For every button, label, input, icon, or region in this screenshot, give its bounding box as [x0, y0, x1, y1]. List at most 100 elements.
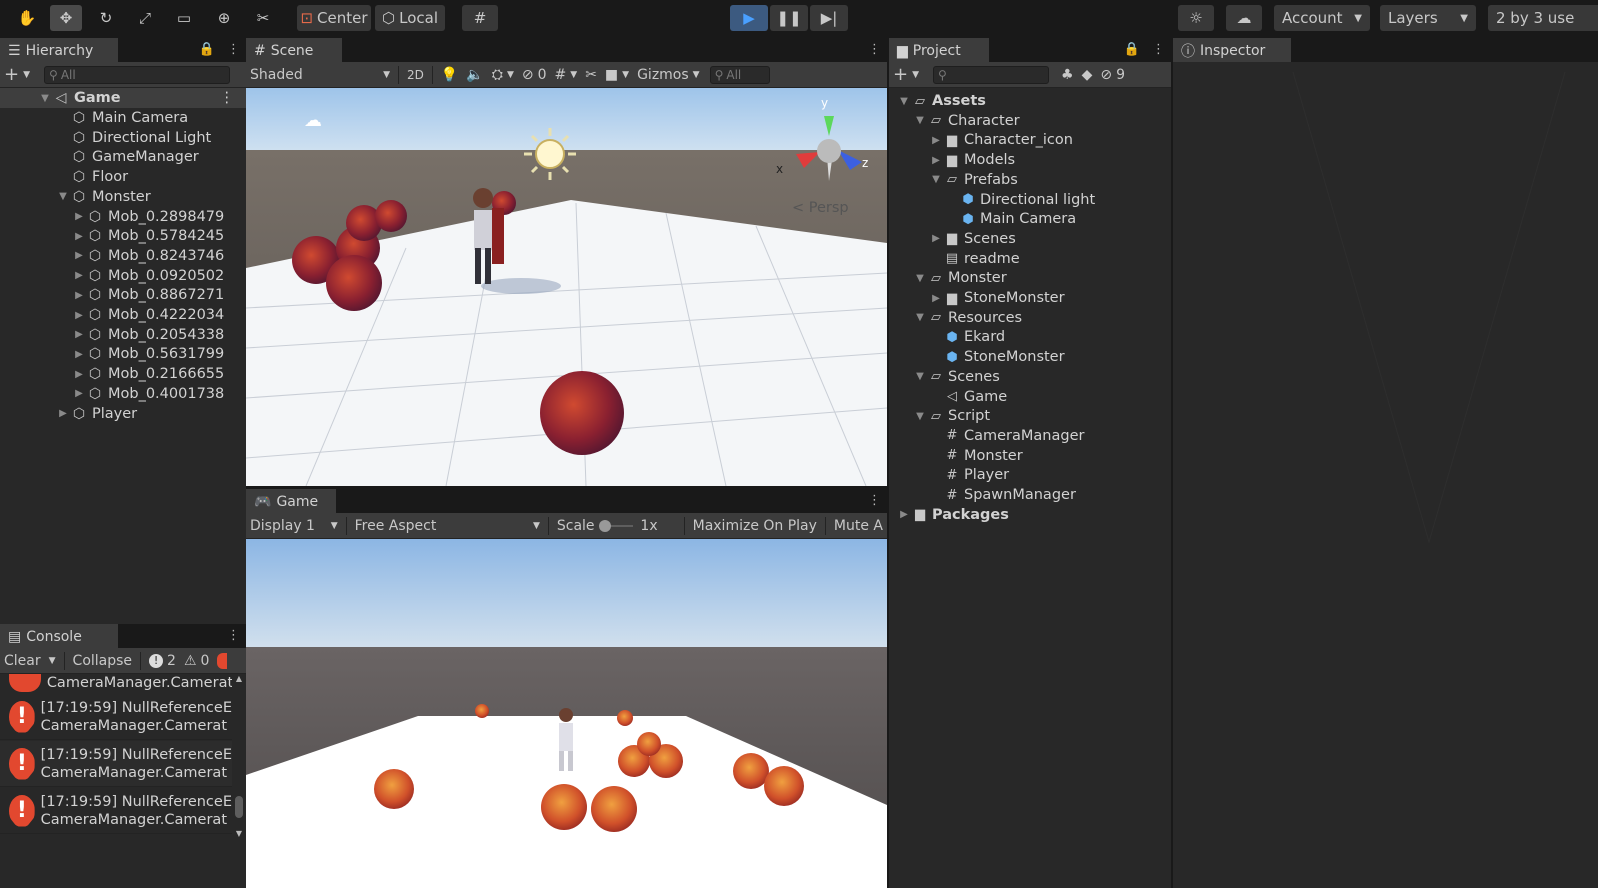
project-item[interactable]: ⬢ Main Camera [889, 209, 1171, 229]
lighting-toggle-icon[interactable]: 💡 [437, 62, 462, 87]
scale-slider[interactable] [598, 519, 633, 532]
expand-arrow-icon[interactable]: ▼ [929, 174, 943, 185]
tab-game[interactable]: 🎮 Game [246, 489, 336, 513]
hierarchy-item[interactable]: ▼ ⬡ Monster [0, 187, 246, 207]
project-item[interactable]: ◁ Game [889, 387, 1171, 407]
game-viewport[interactable] [246, 539, 887, 888]
console-entry[interactable]: ! [17:19:59] NullReferenceE CameraManager.… [0, 741, 232, 787]
expand-arrow-icon[interactable]: ▶ [72, 270, 86, 281]
project-item[interactable]: ▼ ▱ Resources [889, 308, 1171, 328]
expand-arrow-icon[interactable]: ▼ [56, 191, 70, 202]
project-item[interactable]: ⬢ StoneMonster [889, 347, 1171, 367]
project-item[interactable]: ▶ ▆ StoneMonster [889, 288, 1171, 308]
play-button[interactable]: ▶ [730, 5, 768, 31]
hierarchy-item-mob[interactable]: ▶ ⬡ Mob_0.2898479 [0, 207, 246, 227]
project-item[interactable]: # Player [889, 465, 1171, 485]
project-item[interactable]: ⬢ Ekard [889, 327, 1171, 347]
hierarchy-item[interactable]: ⬡ Main Camera [0, 108, 246, 128]
account-dropdown[interactable]: Account ▼ [1274, 5, 1370, 31]
project-item[interactable]: ▼ ▱ Assets [889, 91, 1171, 111]
hand-tool-icon[interactable]: ✋ [11, 5, 43, 31]
project-item[interactable]: ▼ ▱ Prefabs [889, 170, 1171, 190]
hierarchy-item-mob[interactable]: ▶ ⬡ Mob_0.2166655 [0, 364, 246, 384]
kebab-menu-icon[interactable]: ⋮ [220, 90, 235, 106]
project-item[interactable]: ▤ readme [889, 249, 1171, 269]
expand-arrow-icon[interactable]: ▶ [929, 135, 943, 146]
hierarchy-search-input[interactable]: ⚲ All [44, 65, 231, 84]
kebab-menu-icon[interactable]: ⋮ [868, 42, 881, 57]
hierarchy-item-mob[interactable]: ▶ ⬡ Mob_0.2054338 [0, 325, 246, 345]
cloud-icon[interactable]: ☁ [1226, 5, 1262, 31]
aspect-dropdown[interactable]: Free Aspect ▼ [351, 513, 544, 538]
create-button[interactable]: + ▼ [0, 62, 34, 87]
project-item[interactable]: ▶ ▆ Character_icon [889, 130, 1171, 150]
expand-arrow-icon[interactable]: ▶ [72, 290, 86, 301]
grid-snap-icon[interactable]: # [462, 5, 498, 31]
kebab-menu-icon[interactable]: ⋮ [868, 493, 881, 508]
rect-tool-icon[interactable]: ▭ [168, 5, 200, 31]
layout-dropdown[interactable]: 2 by 3 use [1488, 5, 1598, 31]
expand-arrow-icon[interactable]: ▶ [72, 310, 86, 321]
console-scrollbar[interactable]: ▲ ▼ [234, 674, 244, 838]
hierarchy-item[interactable]: ⬡ GameManager [0, 147, 246, 167]
collapse-button[interactable]: Collapse [69, 648, 137, 673]
error-filter-toggle[interactable]: ! 2 [145, 648, 180, 673]
hierarchy-item[interactable]: ⬡ Floor [0, 167, 246, 187]
maximize-on-play-toggle[interactable]: Maximize On Play [689, 513, 821, 538]
filter-by-label-icon[interactable]: ◆ [1078, 62, 1097, 87]
project-item[interactable]: # CameraManager [889, 426, 1171, 446]
hidden-packages-toggle[interactable]: ⊘ 9 [1096, 62, 1129, 87]
project-item[interactable]: # Monster [889, 446, 1171, 466]
warning-filter-toggle[interactable]: ⚠ 0 [180, 648, 213, 673]
expand-arrow-icon[interactable]: ▶ [929, 233, 943, 244]
scene-search-input[interactable]: ⚲ All [709, 65, 770, 84]
gizmos-dropdown[interactable]: Gizmos ▼ [633, 62, 704, 87]
expand-arrow-icon[interactable]: ▶ [72, 388, 86, 399]
transform-tool-icon[interactable]: ⊕ [208, 5, 240, 31]
hierarchy-item-mob[interactable]: ▶ ⬡ Mob_0.4001738 [0, 384, 246, 404]
projection-toggle[interactable]: < Persp [792, 200, 849, 216]
tab-scene[interactable]: # Scene [246, 38, 342, 62]
2d-toggle[interactable]: 2D [403, 62, 428, 87]
clear-options-dropdown[interactable]: ▼ [45, 648, 60, 673]
filter-by-type-icon[interactable]: ♣ [1057, 62, 1078, 87]
expand-arrow-icon[interactable]: ▼ [38, 93, 52, 104]
hierarchy-item[interactable]: ⬡ Directional Light [0, 128, 246, 148]
tab-inspector[interactable]: ⓘ Inspector [1173, 38, 1291, 62]
scene-root-row[interactable]: ▼ ◁ Game ⋮ [0, 88, 246, 108]
hierarchy-item-mob[interactable]: ▶ ⬡ Mob_0.5784245 [0, 226, 246, 246]
expand-arrow-icon[interactable]: ▶ [72, 329, 86, 340]
project-item[interactable]: ▼ ▱ Monster [889, 268, 1171, 288]
project-item[interactable]: ▶ ▆ Scenes [889, 229, 1171, 249]
layers-dropdown[interactable]: Layers ▼ [1380, 5, 1476, 31]
hierarchy-item-mob[interactable]: ▶ ⬡ Mob_0.5631799 [0, 344, 246, 364]
lock-icon[interactable]: 🔒 [1124, 42, 1140, 57]
project-item[interactable]: ⬢ Directional light [889, 190, 1171, 210]
hierarchy-item-mob[interactable]: ▶ ⬡ Mob_0.8243746 [0, 246, 246, 266]
audio-toggle-icon[interactable]: 🔈 [462, 62, 487, 87]
mute-audio-toggle[interactable]: Mute A [830, 513, 887, 538]
grid-toggle-icon[interactable]: # ▼ [551, 62, 582, 87]
expand-arrow-icon[interactable]: ▶ [72, 211, 86, 222]
console-entry[interactable]: ! [17:19:59] NullReferenceE CameraManager.… [0, 694, 232, 740]
expand-arrow-icon[interactable]: ▼ [897, 96, 911, 107]
kebab-menu-icon[interactable]: ⋮ [227, 628, 240, 643]
project-item[interactable]: ▶ ▆ Packages [889, 505, 1171, 525]
expand-arrow-icon[interactable]: ▶ [56, 408, 70, 419]
project-item[interactable]: ▼ ▱ Character [889, 111, 1171, 131]
project-search-input[interactable]: ⚲ [933, 65, 1050, 84]
tools-toggle-icon[interactable]: ✂ [581, 62, 601, 87]
pivot-center-button[interactable]: ⊡ Center [297, 5, 371, 31]
pivot-local-button[interactable]: ⬡ Local [375, 5, 445, 31]
hidden-objects-toggle[interactable]: ⊘ 0 [518, 62, 551, 87]
kebab-menu-icon[interactable]: ⋮ [1152, 42, 1165, 57]
project-item[interactable]: # SpawnManager [889, 485, 1171, 505]
console-row-partial[interactable]: CameraManager.Camerat [0, 674, 232, 692]
pause-button[interactable]: ❚❚ [770, 5, 808, 31]
tab-project[interactable]: ▆ Project [889, 38, 989, 62]
move-tool-icon[interactable]: ✥ [50, 5, 82, 31]
orientation-gizmo[interactable]: y x z [776, 96, 876, 196]
error-icon[interactable] [217, 652, 228, 669]
shading-mode-dropdown[interactable]: Shaded ▼ [246, 62, 394, 87]
console-entry[interactable]: ! [17:19:59] NullReferenceE CameraManager.… [0, 788, 232, 834]
